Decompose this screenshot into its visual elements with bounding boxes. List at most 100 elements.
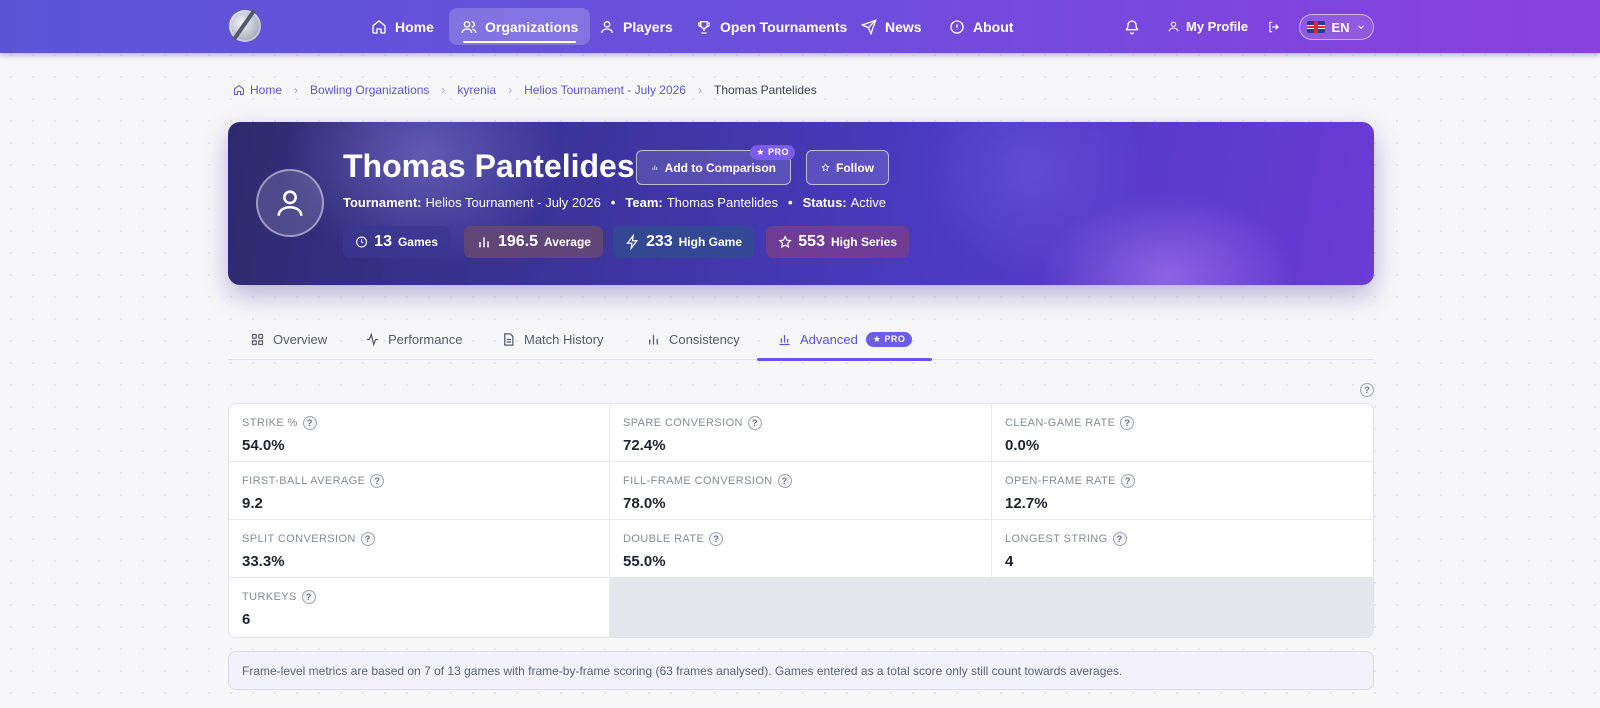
metric-label: OPEN-FRAME RATE: [1005, 475, 1116, 487]
stat-high-game-label: High Game: [678, 235, 742, 249]
tournament-label: Tournament:: [343, 195, 422, 210]
help-icon[interactable]: ?: [747, 416, 762, 430]
stat-average-value: 196.5: [498, 233, 539, 250]
stat-average: 196.5 Average: [464, 226, 603, 258]
breadcrumb-tournament[interactable]: Helios Tournament - July 2026: [524, 83, 686, 97]
chevron-right-icon: ›: [697, 83, 702, 97]
metric-cell: DOUBLE RATE? 55.0%: [610, 520, 992, 578]
player-name: Thomas Pantelides: [343, 148, 635, 184]
my-profile-link[interactable]: My Profile: [1167, 8, 1248, 45]
nav-players[interactable]: Players: [587, 8, 685, 45]
help-icon[interactable]: ?: [360, 532, 375, 546]
metric-value: 9.2: [242, 495, 263, 512]
tab-consistency[interactable]: Consistency: [646, 318, 740, 360]
breadcrumb-home[interactable]: Home: [233, 83, 282, 97]
team-value: Thomas Pantelides: [666, 195, 779, 210]
metric-cell: TURKEYS? 6: [229, 578, 610, 637]
tab-overview-label: Overview: [273, 331, 328, 347]
breadcrumb-org[interactable]: kyrenia: [457, 83, 496, 97]
stat-high-series: 553 High Series: [766, 226, 909, 258]
metric-cell: SPARE CONVERSION? 72.4%: [610, 404, 992, 462]
home-icon: [234, 84, 244, 95]
user-icon: [1168, 21, 1179, 32]
breadcrumb-home-label: Home: [250, 83, 283, 97]
tab-match-history-label: Match History: [524, 331, 604, 347]
add-to-comparison-button[interactable]: Add to Comparison ★ PRO: [636, 145, 795, 185]
breadcrumb-organizations[interactable]: Bowling Organizations: [310, 83, 429, 97]
help-icon[interactable]: ?: [777, 474, 792, 488]
nav-about[interactable]: About: [937, 8, 1025, 45]
metric-value: 0.0%: [1005, 437, 1040, 454]
metric-label: CLEAN-GAME RATE: [1005, 417, 1116, 429]
tab-advanced-label: Advanced: [800, 331, 858, 347]
metric-cell: CLEAN-GAME RATE? 0.0%: [992, 404, 1373, 462]
chevron-right-icon: ›: [508, 83, 513, 97]
chevron-down-icon: [1357, 25, 1364, 29]
tournament-value: Helios Tournament - July 2026: [425, 195, 601, 210]
metric-label: TURKEYS: [242, 591, 297, 603]
app-logo[interactable]: [229, 10, 261, 42]
help-button[interactable]: ?: [1360, 381, 1374, 399]
tab-overview[interactable]: Overview: [250, 318, 327, 360]
help-icon[interactable]: ?: [709, 532, 724, 546]
nav-home[interactable]: Home: [359, 8, 446, 45]
star-icon: [778, 235, 792, 248]
metric-label: FILL-FRAME CONVERSION: [623, 475, 773, 487]
player-hero-card: Thomas Pantelides Add to Comparison ★ PR…: [228, 122, 1374, 285]
metric-cell: STRIKE %? 54.0%: [229, 404, 610, 462]
tab-consistency-label: Consistency: [669, 331, 740, 347]
send-icon: [861, 18, 877, 35]
advanced-metrics-grid: STRIKE %? 54.0% SPARE CONVERSION? 72.4% …: [228, 403, 1374, 638]
metric-label: SPARE CONVERSION: [623, 417, 743, 429]
player-meta: Tournament: Helios Tournament - July 202…: [343, 195, 886, 210]
stat-high-game: 233 High Game: [613, 226, 754, 258]
stat-high-series-value: 553: [798, 233, 825, 250]
language-selector[interactable]: EN: [1299, 14, 1374, 40]
user-icon: [277, 190, 303, 216]
info-icon: [950, 19, 964, 34]
help-icon[interactable]: ?: [1120, 416, 1135, 430]
help-icon[interactable]: ?: [1120, 474, 1135, 488]
nav-organizations-label: Organizations: [485, 18, 579, 35]
user-icon: [601, 20, 613, 33]
nav-news-label: News: [885, 18, 922, 35]
stat-games: 13 Games: [343, 226, 450, 258]
nav-open-tournaments[interactable]: Open Tournaments: [684, 8, 859, 45]
nav-open-tournaments-label: Open Tournaments: [720, 18, 848, 35]
metric-cell: FIRST-BALL AVERAGE? 9.2: [229, 462, 610, 520]
metric-cell: OPEN-FRAME RATE? 12.7%: [992, 462, 1373, 520]
help-icon[interactable]: ?: [370, 474, 385, 488]
bar-chart-icon: [652, 165, 658, 171]
tab-performance[interactable]: Performance: [365, 318, 462, 360]
avatar: [256, 169, 324, 237]
metric-value: 78.0%: [623, 495, 666, 512]
stat-high-series-label: High Series: [830, 235, 897, 249]
bar-chart-icon: [479, 237, 489, 248]
help-icon[interactable]: ?: [301, 590, 316, 604]
meta-separator: •: [788, 195, 793, 210]
tab-advanced[interactable]: Advanced ★ PRO: [756, 318, 933, 361]
metric-label: DOUBLE RATE: [623, 533, 705, 545]
nav-news[interactable]: News: [849, 8, 934, 45]
follow-button[interactable]: Follow: [806, 150, 889, 185]
activity-icon: [366, 331, 379, 347]
help-icon[interactable]: ?: [302, 416, 317, 430]
nav-about-label: About: [973, 18, 1014, 35]
logout-button[interactable]: [1267, 8, 1281, 45]
notifications-button[interactable]: [1124, 8, 1140, 45]
add-to-comparison-label: Add to Comparison: [664, 160, 776, 175]
tab-match-history[interactable]: Match History: [501, 318, 603, 360]
metric-value: 6: [242, 611, 251, 628]
metric-value: 33.3%: [242, 553, 285, 570]
bell-icon: [1125, 19, 1139, 34]
meta-separator: •: [610, 195, 616, 210]
help-icon[interactable]: ?: [1112, 532, 1127, 546]
nav-home-label: Home: [395, 18, 434, 35]
metric-label: FIRST-BALL AVERAGE: [242, 475, 366, 487]
stat-high-game-value: 233: [645, 233, 673, 250]
chevron-right-icon: ›: [441, 83, 446, 97]
lightning-icon: [626, 234, 639, 250]
nav-organizations[interactable]: Organizations: [449, 8, 591, 45]
language-label: EN: [1331, 19, 1350, 35]
top-navbar: Home Organizations Players Open Tourname…: [0, 0, 1600, 53]
